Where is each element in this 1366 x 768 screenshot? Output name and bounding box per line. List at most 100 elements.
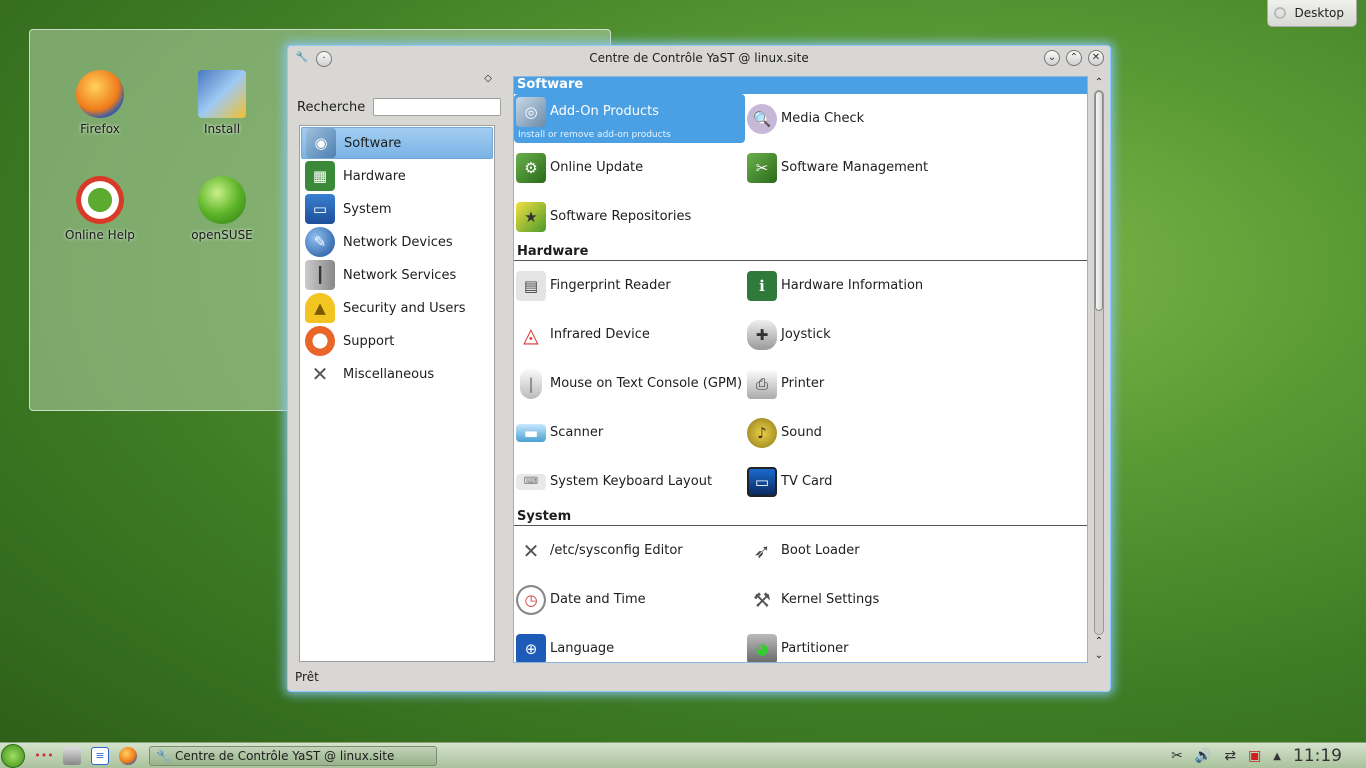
close-button[interactable]: ✕ bbox=[1088, 50, 1104, 66]
system-tray: ✂ 🔊 ⇄ ▣ ▲ 11:19 bbox=[1171, 743, 1366, 768]
category-label: Network Services bbox=[343, 267, 457, 283]
partitioner-disk-icon: ◕ bbox=[747, 633, 777, 662]
module-date-and-time[interactable]: ◷ Date and Time bbox=[514, 575, 745, 624]
module-kernel-settings[interactable]: ⚒ Kernel Settings bbox=[745, 575, 1085, 624]
category-security-and-users[interactable]: ▲ Security and Users bbox=[301, 292, 493, 324]
firefox-taskbar-icon[interactable] bbox=[119, 746, 137, 765]
scroll-thumb[interactable] bbox=[1095, 91, 1103, 311]
module-scanner[interactable]: ▬ Scanner bbox=[514, 408, 745, 457]
update-applet-icon[interactable]: ▣ bbox=[1248, 748, 1261, 764]
category-network-services[interactable]: ┃ Network Services bbox=[301, 259, 493, 291]
scanner-icon: ▬ bbox=[516, 423, 546, 442]
volume-icon[interactable]: 🔊 bbox=[1195, 748, 1212, 764]
desktop-icon-opensuse[interactable]: openSUSE bbox=[174, 176, 270, 242]
module-partitioner[interactable]: ◕ Partitioner bbox=[745, 624, 1085, 662]
category-support[interactable]: Support bbox=[301, 325, 493, 357]
scroll-down-icon[interactable]: ⌄ bbox=[1092, 649, 1106, 663]
module-sound[interactable]: ♪ Sound bbox=[745, 408, 1085, 457]
task-button-label: Centre de Contrôle YaST @ linux.site bbox=[174, 748, 395, 763]
section-header-software: Software bbox=[514, 77, 1087, 94]
module-sysconfig-editor[interactable]: ✕ /etc/sysconfig Editor bbox=[514, 526, 745, 575]
sysconfig-tools-icon: ✕ bbox=[522, 538, 540, 563]
infrared-icon: ◬ bbox=[523, 322, 539, 347]
software-management-icon: ✂ bbox=[747, 152, 777, 183]
tv-icon: ▭ bbox=[747, 466, 777, 497]
module-language[interactable]: ⊕ Language bbox=[514, 624, 745, 662]
scissors-klipper-icon[interactable]: ✂ bbox=[1171, 748, 1183, 764]
document-icon[interactable]: ≡ bbox=[91, 746, 109, 765]
maximize-button[interactable]: ⌃ bbox=[1066, 50, 1082, 66]
language-flag-icon: ⊕ bbox=[516, 633, 546, 662]
window-titlebar[interactable]: 🔧 · Centre de Contrôle YaST @ linux.site… bbox=[288, 46, 1110, 70]
hardware-info-icon: ℹ bbox=[747, 270, 777, 301]
desktop-icon-online-help[interactable]: Online Help bbox=[52, 176, 148, 242]
activity-dots-icon[interactable]: ••• bbox=[34, 747, 53, 765]
desktop-icon-firefox[interactable]: Firefox bbox=[52, 70, 148, 136]
file-manager-icon[interactable] bbox=[63, 746, 81, 765]
module-label: Add-On Products bbox=[550, 104, 659, 119]
module-label: Printer bbox=[781, 376, 825, 391]
category-label: Hardware bbox=[343, 168, 406, 184]
modules-scrollbar[interactable]: ⌃ ⌃ ⌄ bbox=[1092, 76, 1106, 663]
module-add-on-products[interactable]: ◎ Add-On Products Install or remove add-… bbox=[514, 94, 745, 143]
module-printer[interactable]: ⎙ Printer bbox=[745, 359, 1085, 408]
desktop-toolbox-button[interactable]: Desktop bbox=[1267, 0, 1357, 27]
boot-rocket-icon: ➶ bbox=[753, 538, 771, 563]
desktop-icon-label: openSUSE bbox=[191, 228, 253, 242]
module-fingerprint-reader[interactable]: ▤ Fingerprint Reader bbox=[514, 261, 745, 310]
desktop-button-label: Desktop bbox=[1294, 6, 1345, 20]
category-software[interactable]: ◉ Software bbox=[301, 127, 493, 159]
category-network-devices[interactable]: ✎ Network Devices bbox=[301, 226, 493, 258]
panel-options-icon[interactable]: ◇ bbox=[484, 73, 492, 84]
module-online-update[interactable]: ⚙ Online Update bbox=[514, 143, 745, 192]
module-label: Scanner bbox=[550, 425, 604, 440]
module-label: Online Update bbox=[550, 160, 644, 175]
security-helmet-icon: ▲ bbox=[305, 293, 335, 323]
scroll-up-bottom-icon[interactable]: ⌃ bbox=[1092, 635, 1106, 649]
status-bar-text: Prêt bbox=[295, 670, 319, 684]
software-icon: ◉ bbox=[306, 128, 336, 158]
window-title: Centre de Contrôle YaST @ linux.site bbox=[589, 51, 809, 65]
module-label: Language bbox=[550, 641, 615, 656]
module-label: Media Check bbox=[781, 111, 865, 126]
network-icon[interactable]: ⇄ bbox=[1224, 748, 1236, 764]
module-media-check[interactable]: 🔍 Media Check bbox=[745, 94, 1085, 143]
module-tv-card[interactable]: ▭ TV Card bbox=[745, 457, 1085, 506]
scroll-track[interactable] bbox=[1094, 90, 1104, 635]
module-joystick[interactable]: ✚ Joystick bbox=[745, 310, 1085, 359]
tray-expand-icon[interactable]: ▲ bbox=[1273, 751, 1281, 762]
module-software-repositories[interactable]: ★ Software Repositories bbox=[514, 192, 745, 241]
module-description: Install or remove add-on products bbox=[518, 130, 671, 140]
sound-icon: ♪ bbox=[747, 417, 777, 448]
category-label: Miscellaneous bbox=[343, 366, 435, 382]
clock[interactable]: 11:19 bbox=[1293, 746, 1342, 766]
module-label: Partitioner bbox=[781, 641, 849, 656]
desktop-icon-install[interactable]: Install bbox=[174, 70, 270, 136]
module-boot-loader[interactable]: ➶ Boot Loader bbox=[745, 526, 1085, 575]
category-hardware[interactable]: ▦ Hardware bbox=[301, 160, 493, 192]
application-launcher-icon[interactable] bbox=[1, 743, 25, 768]
scroll-up-icon[interactable]: ⌃ bbox=[1092, 76, 1106, 90]
module-mouse-gpm[interactable]: | Mouse on Text Console (GPM) bbox=[514, 359, 745, 408]
module-label: System Keyboard Layout bbox=[550, 474, 713, 489]
module-hardware-information[interactable]: ℹ Hardware Information bbox=[745, 261, 1085, 310]
module-label: TV Card bbox=[781, 474, 833, 489]
module-system-keyboard-layout[interactable]: ⌨ System Keyboard Layout bbox=[514, 457, 745, 506]
module-label: Boot Loader bbox=[781, 543, 860, 558]
kernel-wrench-icon: ⚒ bbox=[753, 587, 771, 612]
module-label: Mouse on Text Console (GPM) bbox=[550, 376, 743, 391]
module-infrared-device[interactable]: ◬ Infrared Device bbox=[514, 310, 745, 359]
module-label: /etc/sysconfig Editor bbox=[550, 543, 683, 558]
minimize-button[interactable]: ⌄ bbox=[1044, 50, 1060, 66]
module-software-management[interactable]: ✂ Software Management bbox=[745, 143, 1085, 192]
category-miscellaneous[interactable]: ✕ Miscellaneous bbox=[301, 358, 493, 390]
keyboard-icon: ⌨ bbox=[516, 473, 546, 490]
category-system[interactable]: ▭ System bbox=[301, 193, 493, 225]
task-button-yast[interactable]: 🔧 Centre de Contrôle YaST @ linux.site bbox=[149, 745, 437, 766]
taskbar: ••• ≡ 🔧 Centre de Contrôle YaST @ linux.… bbox=[0, 742, 1366, 768]
fingerprint-icon: ▤ bbox=[516, 270, 546, 301]
repositories-icon: ★ bbox=[516, 201, 546, 232]
category-panel: ◇ Recherche ◉ Software ▦ Hardware ▭ Syst… bbox=[293, 70, 502, 666]
module-label: Fingerprint Reader bbox=[550, 278, 671, 293]
search-input[interactable] bbox=[373, 98, 502, 116]
